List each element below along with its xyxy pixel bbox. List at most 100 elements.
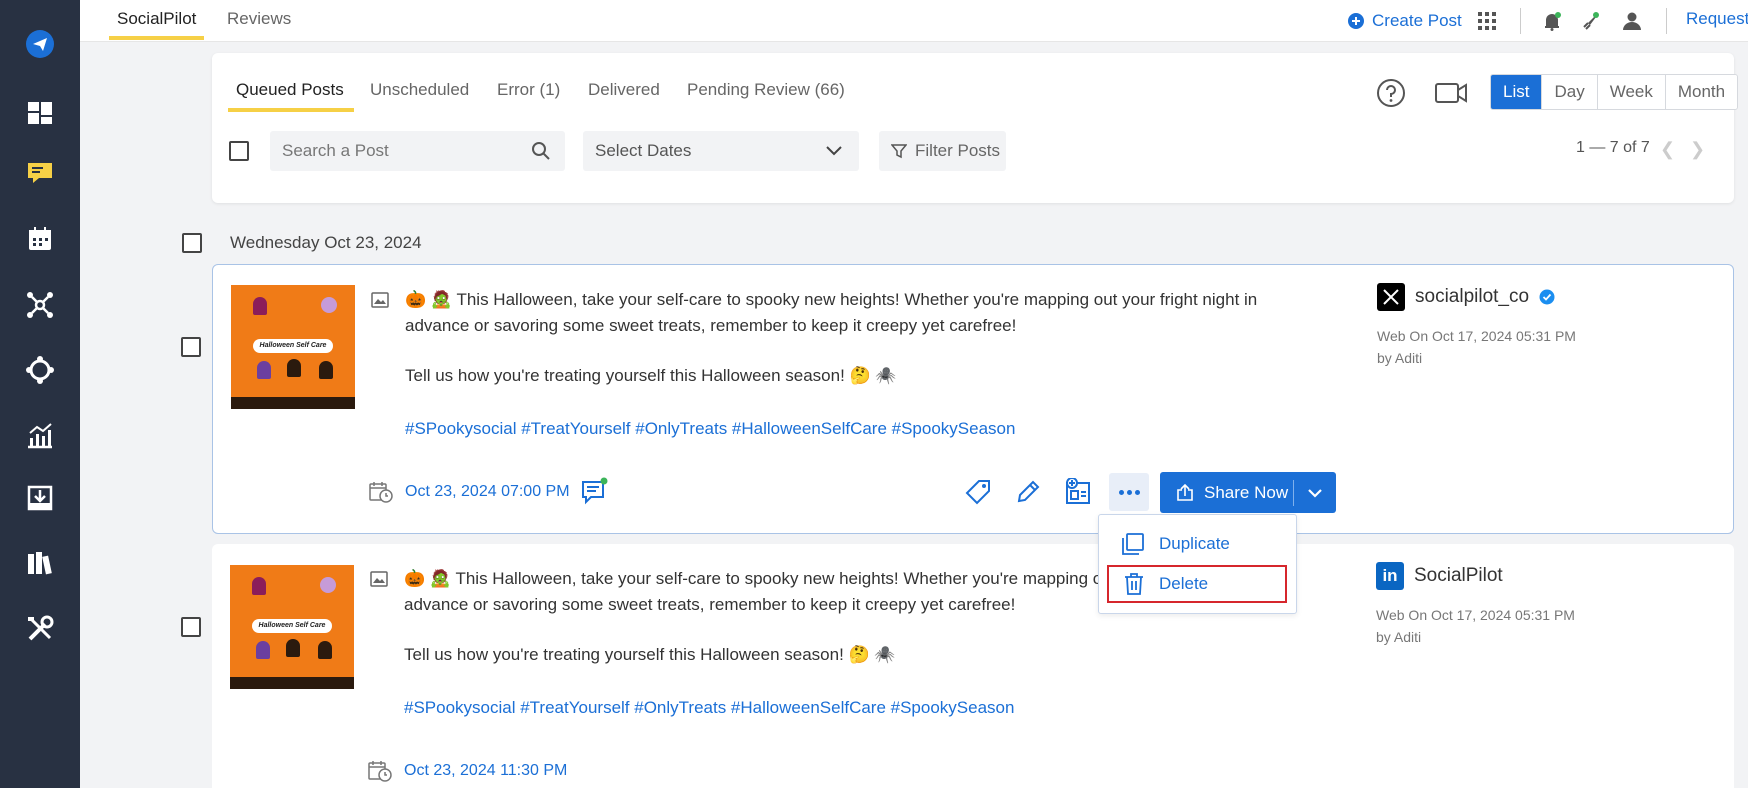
select-day-checkbox[interactable] [182,233,202,253]
tools-icon[interactable] [0,604,80,654]
rocket-icon[interactable] [1578,9,1602,33]
search-input[interactable] [270,131,565,171]
post-meta-created: Web On Oct 17, 2024 05:31 PM [1377,328,1576,344]
post-card: Halloween Self Care 🎃 🧟 This Halloween, … [212,544,1734,788]
download-tray-icon[interactable] [0,473,80,523]
engage-icon[interactable] [0,345,80,395]
search-icon[interactable] [531,141,551,161]
library-icon[interactable] [0,538,80,588]
add-to-library-icon[interactable] [1063,477,1093,507]
duplicate-menu-item[interactable]: Duplicate [1107,525,1287,563]
view-week-button[interactable]: Week [1596,75,1665,109]
thumbnail-title: Halloween Self Care [253,339,333,353]
linkedin-icon: in [1376,562,1404,590]
request-link[interactable]: Request [1686,9,1748,29]
dot [1134,489,1140,495]
left-sidebar [0,0,80,788]
post-image[interactable]: Halloween Self Care [230,565,354,689]
duplicate-label: Duplicate [1159,534,1230,553]
calendar-icon[interactable] [0,214,80,264]
share-now-label: Share Now [1204,482,1289,502]
tab-reviews[interactable]: Reviews [227,0,291,40]
search-box [270,131,565,171]
tab-unscheduled[interactable]: Unscheduled [370,80,469,112]
duplicate-copy-icon [1122,533,1144,555]
account-name: socialpilot_co [1415,286,1530,307]
filter-posts-button[interactable]: Filter Posts [879,131,1006,171]
tab-queued-posts[interactable]: Queued Posts [228,80,354,112]
post-meta-created: Web On Oct 17, 2024 05:31 PM [1376,607,1575,623]
post-hashtags[interactable]: #SPookysocial #TreatYourself #OnlyTreats… [405,416,1325,442]
dot [1126,489,1132,495]
tab-error[interactable]: Error (1) [497,80,560,112]
scheduled-datetime[interactable]: Oct 23, 2024 07:00 PM [405,483,570,501]
schedule-clock-icon [369,482,393,503]
social-account: socialpilot_co [1377,283,1555,311]
day-header: Wednesday Oct 23, 2024 [230,233,422,252]
more-options-button[interactable] [1109,473,1149,511]
post-image[interactable]: Halloween Self Care [231,285,355,409]
filter-funnel-icon [891,144,907,159]
apps-grid-icon[interactable] [1475,9,1499,33]
posts-icon[interactable] [0,148,80,198]
tab-socialpilot[interactable]: SocialPilot [109,0,205,40]
post-meta-author: by Aditi [1376,629,1422,645]
analytics-icon[interactable] [0,410,80,460]
tab-delivered[interactable]: Delivered [588,80,660,112]
post-text-line2: Tell us how you're treating yourself thi… [404,645,896,664]
scheduled-datetime[interactable]: Oct 23, 2024 11:30 PM [404,762,567,780]
view-month-button[interactable]: Month [1664,75,1738,109]
next-page-button[interactable]: ❯ [1690,139,1705,160]
image-type-icon [370,571,388,587]
share-options-dropdown[interactable] [1294,487,1336,499]
toolbar-divider [1520,8,1521,34]
share-now-button[interactable]: Share Now [1160,472,1336,513]
social-account: in SocialPilot [1376,562,1503,590]
pagination-range: 1 — 7 of 7 [1576,139,1650,156]
delete-label: Delete [1159,574,1209,593]
tag-icon[interactable] [963,477,993,507]
select-dates-dropdown[interactable]: Select Dates [583,131,859,171]
trash-icon [1125,573,1143,595]
chevron-down-icon [826,146,842,156]
delete-menu-item[interactable]: Delete [1107,565,1287,603]
toolbar-divider [1666,8,1667,34]
schedule-clock-icon [368,761,392,782]
tab-pending-review[interactable]: Pending Review (66) [687,80,845,112]
notification-bell-icon[interactable] [1540,9,1564,33]
plus-circle-icon [1348,13,1364,29]
prev-page-button[interactable]: ❮ [1660,139,1675,160]
x-twitter-icon [1377,283,1405,311]
notes-comment-icon[interactable] [581,477,609,505]
connections-icon[interactable] [0,280,80,330]
edit-pencil-icon[interactable] [1013,477,1043,507]
post-meta-author: by Aditi [1377,350,1423,366]
view-mode-switch: List Day Week Month [1490,74,1739,110]
socialpilot-logo-icon[interactable] [0,19,80,69]
dashboard-icon[interactable] [0,88,80,138]
view-day-button[interactable]: Day [1541,75,1597,109]
post-text-line2: Tell us how you're treating yourself thi… [405,366,897,385]
dot [1118,489,1124,495]
post-hashtags[interactable]: #SPookysocial #TreatYourself #OnlyTreats… [404,695,1324,721]
post-checkbox[interactable] [181,337,201,357]
account-name: SocialPilot [1414,565,1503,586]
thumbnail-title: Halloween Self Care [252,619,332,633]
select-dates-label: Select Dates [595,141,692,160]
user-profile-icon[interactable] [1620,9,1644,33]
post-checkbox[interactable] [181,617,201,637]
posts-filter-panel: Queued Posts Unscheduled Error (1) Deliv… [212,53,1739,203]
create-post-label: Create Post [1372,11,1462,30]
select-all-checkbox[interactable] [229,141,249,161]
verified-badge-icon [1539,289,1555,305]
more-options-menu: Duplicate Delete [1098,514,1297,614]
help-circle-icon[interactable] [1376,78,1406,108]
post-card: Halloween Self Care 🎃 🧟 This Halloween, … [212,264,1734,534]
post-text-line1: 🎃 🧟 This Halloween, take your self-care … [405,290,1258,335]
filter-posts-label: Filter Posts [915,141,1001,160]
video-camera-icon[interactable] [1434,80,1468,106]
chevron-down-icon [1308,488,1322,498]
create-post-button[interactable]: Create Post [1348,9,1462,33]
image-type-icon [371,292,389,308]
view-list-button[interactable]: List [1491,75,1542,109]
